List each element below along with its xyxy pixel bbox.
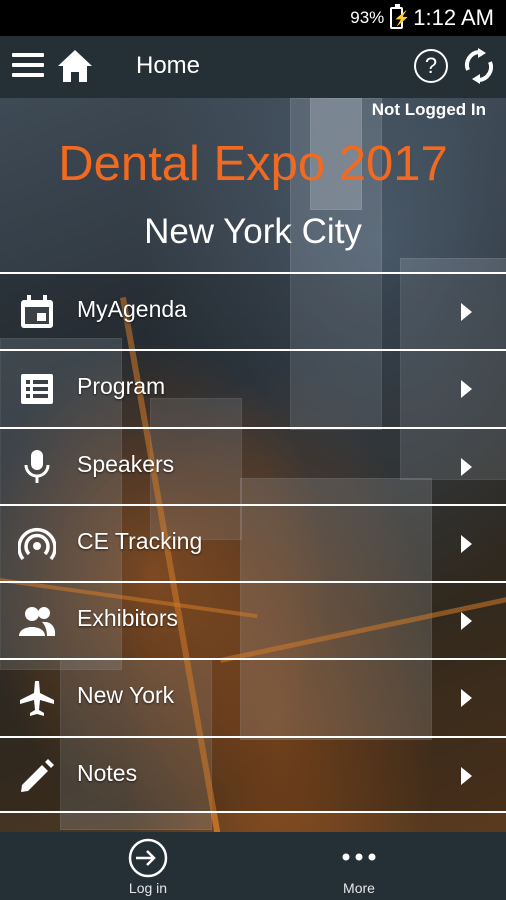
- menu-item-label: New York: [77, 682, 175, 709]
- microphone-icon: [24, 449, 50, 483]
- main-menu: MyAgenda Program Speakers CE Tracking Ex…: [0, 272, 506, 814]
- chevron-right-icon: [461, 766, 472, 785]
- more-dots-icon: [342, 853, 376, 861]
- event-city: New York City: [144, 212, 362, 251]
- menu-item-label: MyAgenda: [77, 296, 187, 322]
- menu-item-new-york[interactable]: New York: [0, 658, 506, 736]
- chevron-right-icon: [461, 457, 472, 476]
- sync-icon[interactable]: [462, 48, 496, 84]
- menu-item-speakers[interactable]: Speakers: [0, 426, 506, 504]
- page-title: Home: [136, 52, 201, 79]
- status-bar: 93% ⚡ 1:12 AM: [0, 0, 506, 36]
- battery-icon: ⚡: [390, 4, 411, 29]
- more-button[interactable]: More: [299, 832, 419, 900]
- chevron-right-icon: [461, 380, 472, 399]
- menu-item-label: Program: [77, 373, 166, 400]
- app-bar: Home ?: [0, 36, 506, 98]
- more-label: More: [343, 880, 375, 896]
- calendar-icon: [21, 295, 53, 328]
- menu-item-ce-tracking[interactable]: CE Tracking: [0, 503, 506, 582]
- login-status: Not Logged In: [371, 100, 486, 119]
- bottom-nav-bar: Log in More: [0, 832, 506, 900]
- airplane-icon: [20, 681, 54, 717]
- menu-item-program[interactable]: Program: [0, 349, 506, 427]
- menu-item-label: Exhibitors: [77, 605, 178, 632]
- chevron-right-icon: [461, 612, 472, 631]
- broadcast-icon: [18, 527, 56, 560]
- pencil-icon: [21, 758, 54, 792]
- menu-item-label: Notes: [77, 759, 138, 786]
- menu-item-notes[interactable]: Notes: [0, 735, 506, 814]
- people-icon: [19, 607, 56, 637]
- clock: 1:12 AM: [413, 5, 494, 30]
- chevron-right-icon: [461, 534, 472, 553]
- event-title: Dental Expo 2017: [58, 137, 448, 191]
- help-icon[interactable]: ?: [414, 49, 448, 83]
- chevron-right-icon: [461, 303, 472, 321]
- chevron-right-icon: [461, 689, 472, 708]
- list-icon: [21, 374, 53, 405]
- login-icon: [128, 838, 168, 878]
- menu-item-label: CE Tracking: [77, 527, 203, 554]
- battery-percent: 93%: [350, 8, 385, 27]
- menu-icon[interactable]: [12, 53, 44, 81]
- login-label: Log in: [128, 880, 168, 896]
- menu-item-label: Speakers: [77, 450, 175, 477]
- home-icon[interactable]: [56, 48, 94, 84]
- menu-item-myagenda[interactable]: MyAgenda: [0, 272, 506, 350]
- menu-item-exhibitors[interactable]: Exhibitors: [0, 581, 506, 659]
- login-button[interactable]: Log in: [88, 832, 208, 900]
